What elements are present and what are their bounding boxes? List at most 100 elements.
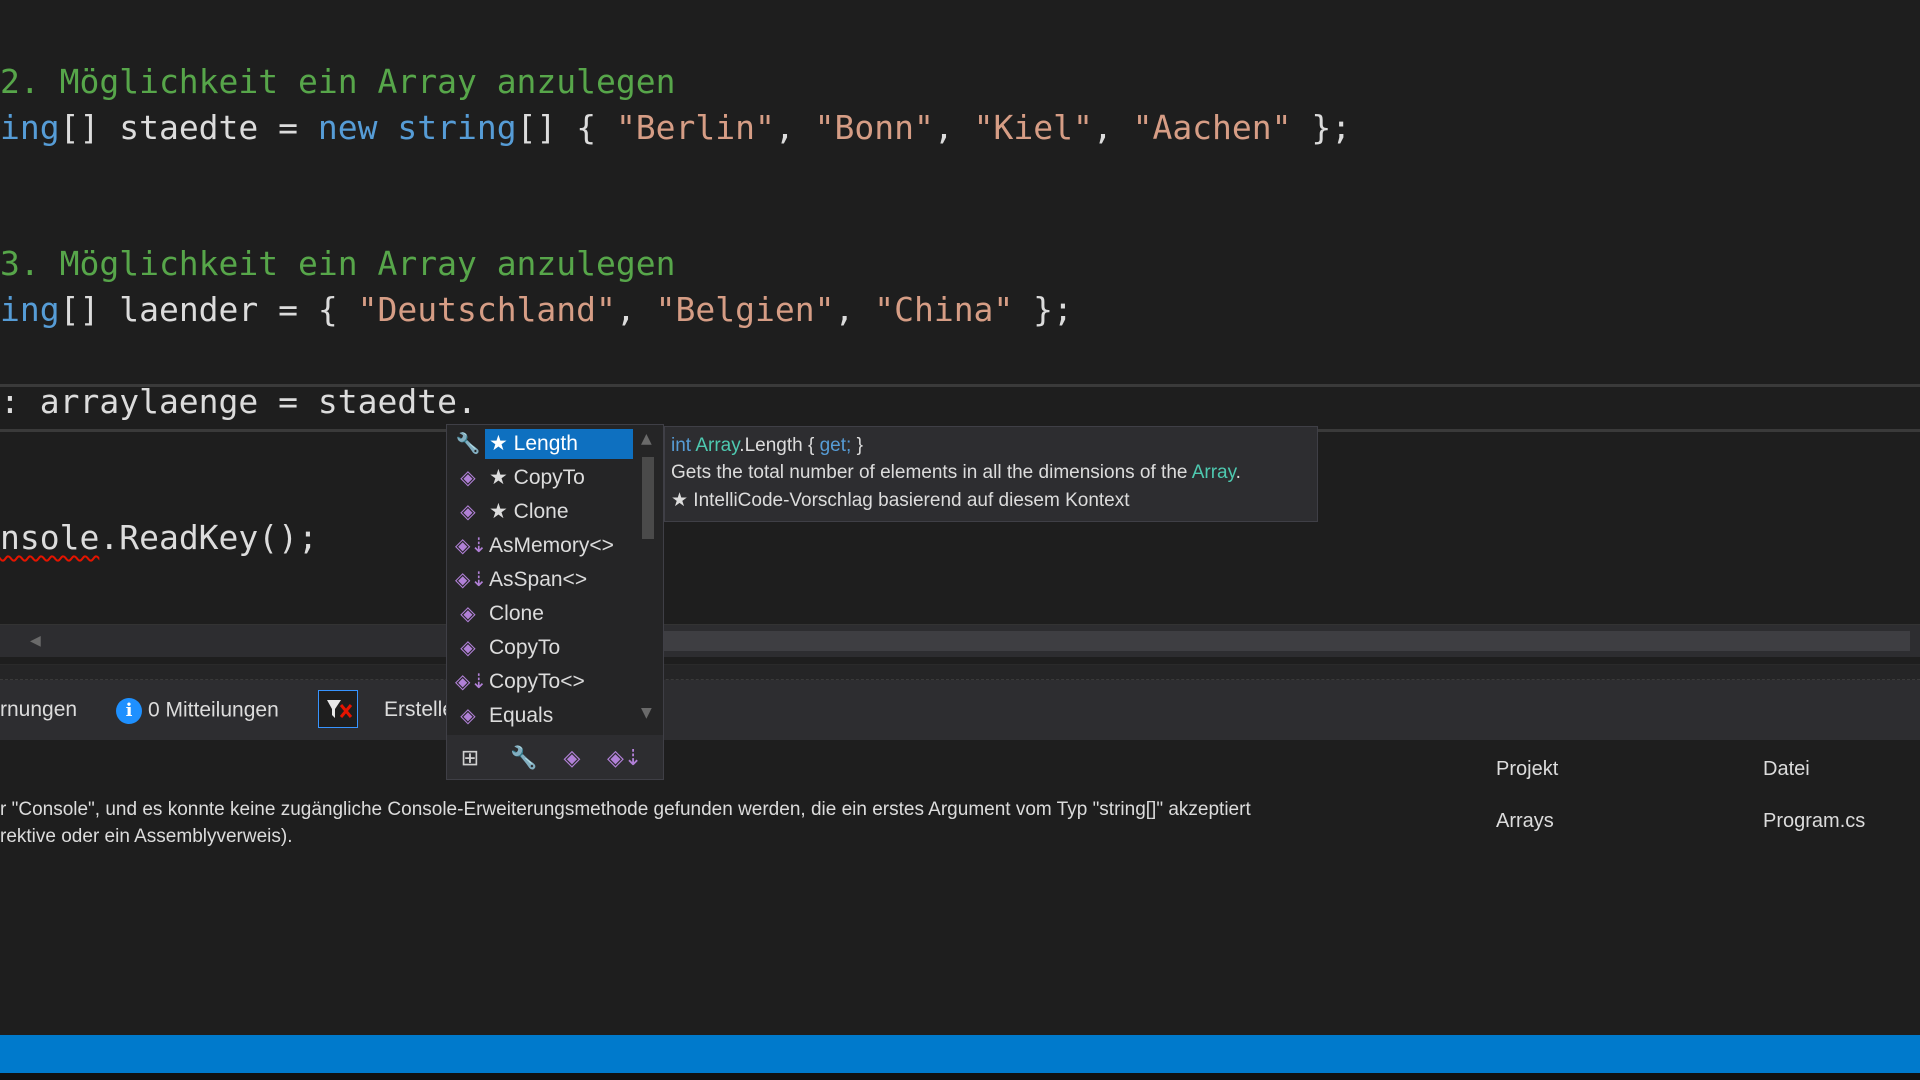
code-text: [] laender = { [59, 290, 358, 329]
extension-method-icon: ◈⇣ [455, 535, 488, 557]
build-filter-dropdown[interactable]: Erstelle [384, 698, 454, 722]
warnings-filter[interactable]: rnungen [0, 698, 77, 722]
sig-get: get; [819, 435, 852, 456]
code-editor[interactable]: 2. Möglichkeit ein Array anzulegen ing[]… [0, 0, 1920, 624]
string-literal: "Kiel" [973, 108, 1093, 147]
error-project-cell[interactable]: Arrays [1496, 810, 1554, 833]
error-squiggle-text[interactable]: nsole [0, 518, 99, 557]
string-literal: "Belgien" [655, 290, 835, 329]
code-line-staedte[interactable]: ing[] staedte = new string[] { "Berlin",… [0, 108, 1351, 147]
completion-item[interactable]: ◈ Equals [447, 699, 633, 733]
code-text: }; [1013, 290, 1073, 329]
messages-filter[interactable]: i0 Mitteilungen [116, 698, 279, 724]
comment-line-2: 2. Möglichkeit ein Array anzulegen [0, 62, 676, 101]
method-filter-icon[interactable]: ◈ [557, 743, 587, 773]
desc-text: Gets the total number of elements in all… [671, 462, 1192, 483]
completion-scroll-thumb[interactable] [642, 457, 654, 539]
messages-label: 0 Mitteilungen [148, 698, 279, 722]
completion-label: AsMemory<> [489, 534, 614, 557]
completion-item[interactable]: ◈ Clone [447, 597, 633, 631]
type-fragment: ing [0, 290, 60, 329]
completion-label: ★ Length [485, 429, 633, 459]
completion-item[interactable]: 🔧 ★ Length [447, 427, 633, 461]
completion-item[interactable]: ◈ CopyTo [447, 631, 633, 665]
method-cube-icon: ◈ [460, 705, 476, 727]
completion-item[interactable]: ◈⇣ AsMemory<> [447, 529, 633, 563]
info-icon: i [116, 698, 142, 724]
scroll-left-icon[interactable]: ◀ [30, 633, 41, 649]
completion-filter-bar: ⊞ 🔧 ◈ ◈⇣ [447, 735, 663, 779]
completion-item[interactable]: ◈ ★ Clone [447, 495, 633, 529]
scrollbar-thumb[interactable] [660, 631, 1910, 651]
column-header-project[interactable]: Projekt [1496, 758, 1558, 781]
completion-scrollbar[interactable]: ▲ ▼ [635, 425, 661, 725]
completion-label: ★ CopyTo [489, 466, 585, 489]
scroll-up-icon[interactable]: ▲ [641, 431, 652, 447]
string-literal: "Berlin" [615, 108, 775, 147]
filter-icon [327, 700, 353, 718]
tooltip-description: Gets the total number of elements in all… [671, 462, 1241, 484]
sig-type: int [671, 435, 692, 456]
error-line-1: r "Console", und es konnte keine zugängl… [0, 799, 1251, 820]
comma: , [774, 108, 815, 147]
extension-method-icon: ◈⇣ [455, 569, 488, 591]
completion-label: Equals [489, 704, 554, 727]
quick-info-tooltip: int Array.Length { get; } Gets the total… [664, 426, 1318, 522]
sig-member: .Length { [739, 435, 820, 456]
comma: , [933, 108, 974, 147]
code-text: [] staedte = [59, 108, 318, 147]
completion-item[interactable]: ◈⇣ AsSpan<> [447, 563, 633, 597]
window-bottom-edge [0, 1073, 1920, 1080]
tooltip-intellicode: ★ IntelliCode-Vorschlag basierend auf di… [671, 490, 1130, 511]
completion-label: Clone [489, 602, 544, 625]
column-header-file[interactable]: Datei [1763, 758, 1810, 781]
completion-label: ★ Clone [489, 500, 569, 523]
error-description[interactable]: r "Console", und es konnte keine zugängl… [0, 796, 1251, 850]
comment-line-3: 3. Möglichkeit ein Array anzulegen [0, 244, 676, 283]
sig-end: } [851, 435, 863, 456]
property-filter-icon[interactable]: 🔧 [509, 743, 539, 773]
method-cube-icon: ◈ [460, 637, 476, 659]
comma: , [834, 290, 875, 329]
extension-method-icon: ◈⇣ [455, 671, 488, 693]
code-line-arraylaenge[interactable]: : arraylaenge = staedte. [0, 382, 477, 421]
extension-filter-icon[interactable]: ◈⇣ [607, 743, 642, 773]
keyword-string: string [397, 108, 517, 147]
error-line-2: rektive oder ein Assemblyverweis). [0, 826, 293, 847]
string-literal: "China" [874, 290, 1014, 329]
comma: , [615, 290, 656, 329]
method-cube-icon: ◈ [460, 467, 476, 489]
expand-filter-icon[interactable]: ⊞ [455, 743, 485, 773]
code-text: .ReadKey(); [99, 518, 318, 557]
scroll-down-icon[interactable]: ▼ [641, 705, 652, 721]
error-file-cell[interactable]: Program.cs [1763, 810, 1865, 833]
sig-class: Array [695, 435, 740, 456]
panel-splitter[interactable] [0, 664, 1920, 680]
status-bar [0, 1035, 1920, 1073]
code-line-laender[interactable]: ing[] laender = { "Deutschland", "Belgie… [0, 290, 1073, 329]
completion-label: AsSpan<> [489, 568, 588, 591]
string-literal: "Aachen" [1132, 108, 1292, 147]
comma: , [1092, 108, 1133, 147]
method-cube-icon: ◈ [460, 603, 476, 625]
string-literal: "Bonn" [814, 108, 934, 147]
type-fragment: ing [0, 108, 60, 147]
wrench-icon: 🔧 [455, 433, 481, 455]
method-cube-icon: ◈ [460, 501, 476, 523]
completion-item[interactable]: ◈ ★ CopyTo [447, 461, 633, 495]
code-line-readkey[interactable]: nsole.ReadKey(); [0, 518, 318, 557]
desc-class: Array [1191, 462, 1236, 483]
horizontal-scrollbar[interactable]: ◀ [0, 624, 1920, 657]
completion-label: CopyTo<> [489, 670, 585, 693]
code-text: [] { [516, 108, 616, 147]
error-list-toolbar: rnungen i0 Mitteilungen Erstelle [0, 680, 1920, 740]
tooltip-signature: int Array.Length { get; } [671, 435, 863, 457]
keyword-new: new [317, 108, 378, 147]
completion-item[interactable]: ◈⇣ CopyTo<> [447, 665, 633, 699]
completion-label: CopyTo [489, 636, 561, 659]
intellisense-popup[interactable]: 🔧 ★ Length ◈ ★ CopyTo ◈ ★ Clone ◈⇣ AsMem… [446, 424, 664, 780]
filter-button[interactable] [318, 690, 358, 728]
code-text: }; [1291, 108, 1352, 147]
string-literal: "Deutschland" [357, 290, 616, 329]
error-list-panel: rnungen i0 Mitteilungen Erstelle Projekt… [0, 680, 1920, 1025]
